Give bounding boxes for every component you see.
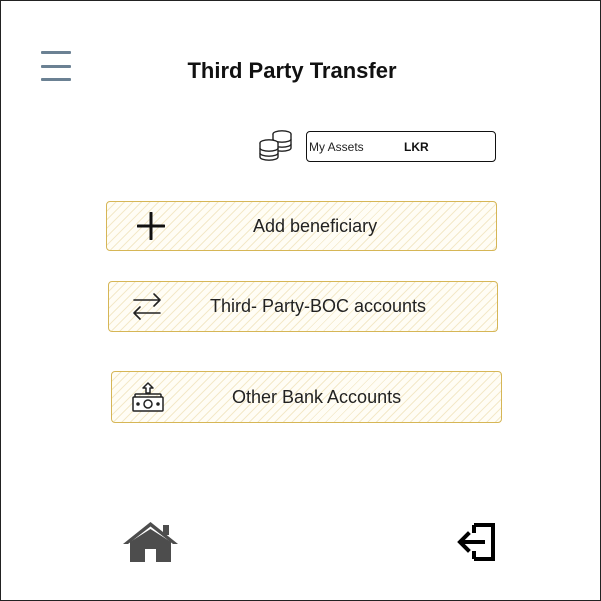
- coins-icon: [259, 130, 292, 161]
- other-bank-accounts-button[interactable]: Other Bank Accounts: [111, 371, 502, 423]
- third-party-boc-accounts-label: Third- Party-BOC accounts: [210, 296, 427, 316]
- transfer-arrows-icon: [133, 293, 161, 320]
- my-assets-field[interactable]: My Assets LKR: [306, 131, 496, 162]
- menu-line: [41, 65, 71, 68]
- home-icon[interactable]: [122, 521, 179, 563]
- third-party-boc-accounts-button[interactable]: Third- Party-BOC accounts: [108, 281, 498, 332]
- other-bank-accounts-label: Other Bank Accounts: [232, 386, 402, 407]
- cash-upload-icon: [132, 382, 164, 412]
- page-title: Third Party Transfer: [187, 58, 397, 83]
- my-assets-label: My Assets: [309, 140, 364, 154]
- plus-icon: [137, 212, 165, 240]
- currency-label: LKR: [404, 140, 429, 154]
- logout-icon[interactable]: [456, 521, 498, 563]
- hamburger-menu-icon[interactable]: [39, 49, 73, 83]
- add-beneficiary-label: Add beneficiary: [253, 215, 378, 236]
- add-beneficiary-button[interactable]: Add beneficiary: [106, 201, 497, 251]
- menu-line: [41, 78, 71, 81]
- menu-line: [41, 51, 71, 54]
- app-screen: Third Party Transfer My Assets LKR Add b…: [0, 0, 601, 601]
